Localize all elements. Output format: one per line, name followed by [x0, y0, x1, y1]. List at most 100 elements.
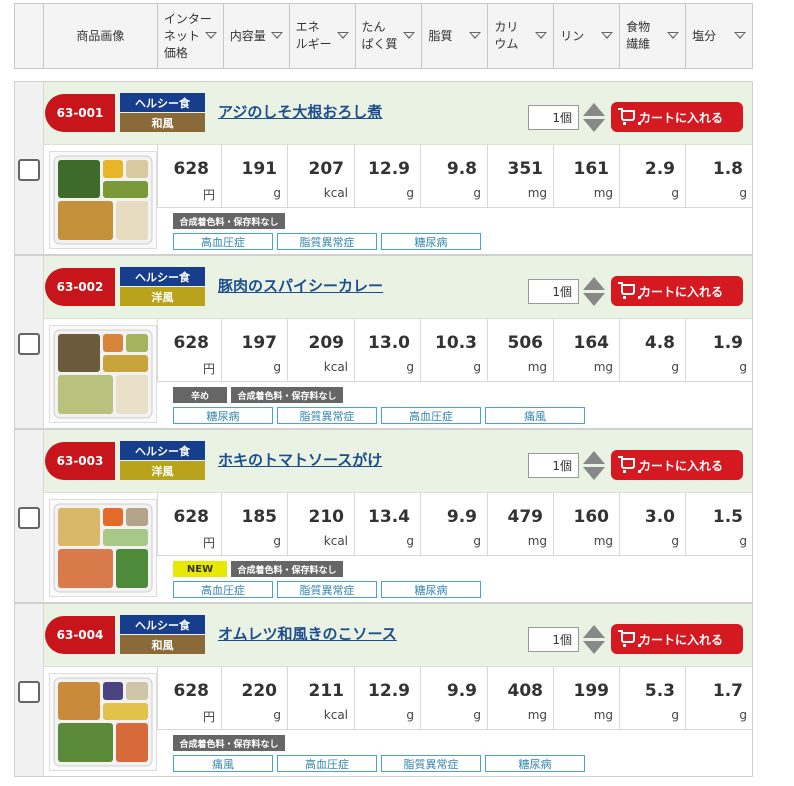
header-sort-energy[interactable]: エネ ルギー	[288, 4, 355, 68]
feature-tag: 合成着色料・保存料なし	[173, 213, 285, 229]
header-label: 脂質	[428, 28, 453, 43]
increment-arrow-icon[interactable]	[583, 625, 605, 638]
product-code-badge: 63-003	[45, 442, 115, 480]
increment-arrow-icon[interactable]	[583, 277, 605, 290]
decrement-arrow-icon[interactable]	[583, 641, 605, 654]
nutrition-value: 197	[241, 333, 278, 353]
condition-tag[interactable]: 脂質異常症	[381, 755, 481, 772]
header-sort-fat[interactable]: 脂質	[421, 4, 487, 68]
style-badge: 洋風	[120, 461, 205, 480]
nutrition-cell-phosphorus: 161 mg	[553, 145, 619, 208]
header-label: 内容量	[229, 28, 266, 43]
product-row: 63-002 ヘルシー食 洋風 豚肉のスパイシーカレー 1個 カートに入れる 628 円 197…	[14, 255, 753, 429]
nutrition-value: 9.9	[446, 507, 477, 527]
nutrition-value: 199	[573, 681, 610, 701]
quantity-stepper[interactable]	[582, 102, 607, 134]
nutrition-value: 1.5	[712, 507, 743, 527]
nutrition-cell-fat: 9.8 g	[420, 145, 487, 208]
nutrition-value: 628	[173, 681, 210, 701]
header-sort-potassium[interactable]: カリ ウム	[487, 4, 553, 68]
header-sort-phosphorus[interactable]: リン	[553, 4, 619, 68]
feature-tag: 合成着色料・保存料なし	[231, 561, 343, 577]
add-to-cart-button[interactable]: カートに入れる	[611, 102, 743, 132]
nutrition-unit: g	[273, 186, 281, 200]
nutrition-unit: g	[739, 186, 747, 200]
nutrition-unit: g	[671, 360, 679, 374]
style-badge: 和風	[120, 635, 205, 654]
add-to-cart-button[interactable]: カートに入れる	[611, 624, 743, 654]
increment-arrow-icon[interactable]	[583, 103, 605, 116]
feature-tag: 合成着色料・保存料なし	[173, 735, 285, 751]
decrement-arrow-icon[interactable]	[583, 467, 605, 480]
product-name-link[interactable]: オムレツ和風きのこソース	[218, 623, 397, 644]
nutrition-value: 210	[308, 507, 345, 527]
condition-tag[interactable]: 高血圧症	[381, 407, 481, 424]
condition-tag[interactable]: 高血圧症	[173, 233, 273, 250]
condition-tag[interactable]: 糖尿病	[173, 407, 273, 424]
header-label: エネ ルギー	[295, 20, 332, 51]
quantity-stepper[interactable]	[582, 624, 607, 656]
quantity-stepper[interactable]	[582, 276, 607, 308]
quantity-select[interactable]: 1個	[528, 105, 579, 130]
select-checkbox[interactable]	[18, 333, 40, 355]
nutrition-cell-salt: 1.5 g	[685, 493, 753, 556]
add-to-cart-label: カートに入れる	[639, 110, 724, 125]
nutrition-unit: g	[739, 708, 747, 722]
sort-caret-icon	[601, 32, 614, 39]
quantity-select[interactable]: 1個	[528, 627, 579, 652]
decrement-arrow-icon[interactable]	[583, 119, 605, 132]
style-badge: 洋風	[120, 287, 205, 306]
select-checkbox[interactable]	[18, 507, 40, 529]
quantity-select[interactable]: 1個	[528, 279, 579, 304]
condition-tag[interactable]: 糖尿病	[381, 233, 481, 250]
condition-tag[interactable]: 高血圧症	[277, 755, 377, 772]
condition-tag[interactable]: 高血圧症	[173, 581, 273, 598]
sort-caret-icon	[667, 32, 680, 39]
condition-tag[interactable]: 痛風	[485, 407, 585, 424]
condition-tag[interactable]: 糖尿病	[485, 755, 585, 772]
select-checkbox[interactable]	[18, 159, 40, 181]
header-sort-salt[interactable]: 塩分	[685, 4, 752, 68]
shopping-cart-icon	[618, 630, 641, 647]
condition-tag[interactable]: 脂質異常症	[277, 407, 377, 424]
nutrition-unit: mg	[527, 534, 547, 548]
add-to-cart-button[interactable]: カートに入れる	[611, 276, 743, 306]
product-image[interactable]	[49, 325, 157, 423]
nutrition-unit: g	[739, 534, 747, 548]
quantity-select[interactable]: 1個	[528, 453, 579, 478]
condition-tag[interactable]: 糖尿病	[381, 581, 481, 598]
header-sort-protein[interactable]: たん ぱく質	[354, 4, 422, 68]
product-name-link[interactable]: ホキのトマトソースがけ	[218, 449, 382, 470]
shopping-cart-icon	[618, 108, 641, 125]
nutrition-unit: mg	[593, 360, 613, 374]
condition-tag[interactable]: 脂質異常症	[277, 233, 377, 250]
nutrition-unit: g	[739, 360, 747, 374]
nutrition-cell-salt: 1.9 g	[685, 319, 753, 382]
product-image[interactable]	[49, 673, 157, 771]
nutrition-cell-phosphorus: 164 mg	[553, 319, 619, 382]
header-sort-fiber[interactable]: 食物 繊維	[619, 4, 685, 68]
product-name-link[interactable]: 豚肉のスパイシーカレー	[218, 275, 383, 296]
product-code-badge: 63-002	[45, 268, 115, 306]
condition-tag[interactable]: 痛風	[173, 755, 273, 772]
header-label: カリ ウム	[494, 20, 519, 51]
nutrition-value: 220	[241, 681, 278, 701]
nutrition-value: 12.9	[368, 159, 410, 179]
product-image[interactable]	[49, 151, 157, 249]
header-sort-price[interactable]: インター ネット 価格	[156, 4, 223, 68]
add-to-cart-label: カートに入れる	[639, 632, 724, 647]
decrement-arrow-icon[interactable]	[583, 293, 605, 306]
select-checkbox[interactable]	[18, 681, 40, 703]
increment-arrow-icon[interactable]	[583, 451, 605, 464]
nutrition-value: 1.9	[712, 333, 743, 353]
nutrition-cell-fat: 9.9 g	[420, 667, 487, 730]
product-image[interactable]	[49, 499, 157, 597]
product-row: 63-001 ヘルシー食 和風 アジのしそ大根おろし煮 1個 カートに入れる 628 円 191…	[14, 81, 753, 255]
nutrition-cell-fiber: 3.0 g	[619, 493, 685, 556]
quantity-stepper[interactable]	[582, 450, 607, 482]
condition-tag[interactable]: 脂質異常症	[277, 581, 377, 598]
product-name-link[interactable]: アジのしそ大根おろし煮	[218, 101, 382, 122]
add-to-cart-button[interactable]: カートに入れる	[611, 450, 743, 480]
nutrition-cell-protein: 12.9 g	[354, 145, 420, 208]
header-sort-weight[interactable]: 内容量	[222, 4, 289, 68]
